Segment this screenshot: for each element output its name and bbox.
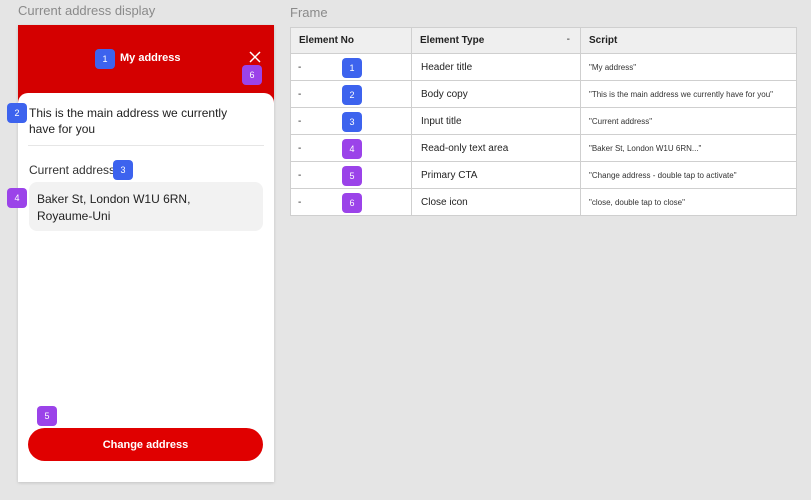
modal-header: My address: [18, 25, 274, 93]
cell-element-no: - 5: [290, 161, 412, 189]
table-row: - 2 Body copy "This is the main address …: [290, 80, 797, 108]
cell-element-type: Close icon: [411, 188, 581, 216]
cell-element-type: Input title: [411, 107, 581, 135]
cell-element-no: - 2: [290, 80, 412, 108]
table-row: - 6 Close icon "close, double tap to clo…: [290, 188, 797, 216]
cell-element-type: Body copy: [411, 80, 581, 108]
header-script: Script: [580, 27, 797, 54]
cell-script: "Baker St, London W1U 6RN...": [580, 134, 797, 162]
header-type-minus: -: [566, 34, 570, 45]
row-badge: 5: [342, 166, 362, 186]
row-dash: -: [298, 62, 302, 73]
header-element-type-label: Element Type: [420, 35, 485, 46]
cell-script: "My address": [580, 53, 797, 81]
table-row: - 5 Primary CTA "Change address - double…: [290, 161, 797, 189]
cell-element-no: - 3: [290, 107, 412, 135]
annotation-badge-2: 2: [7, 103, 27, 123]
row-badge: 4: [342, 139, 362, 159]
header-element-no: Element No: [290, 27, 412, 54]
cell-element-type: Read-only text area: [411, 134, 581, 162]
cell-script: "Change address - double tap to activate…: [580, 161, 797, 189]
table-row: - 4 Read-only text area "Baker St, Londo…: [290, 134, 797, 162]
cell-script: "Current address": [580, 107, 797, 135]
row-badge: 6: [342, 193, 362, 213]
header-title: My address: [120, 52, 181, 64]
cell-element-no: - 4: [290, 134, 412, 162]
row-badge: 2: [342, 85, 362, 105]
readonly-address-area: Baker St, London W1U 6RN, Royaume-Uni: [29, 182, 263, 231]
cell-script: "close, double tap to close": [580, 188, 797, 216]
address-value: Baker St, London W1U 6RN, Royaume-Uni: [37, 192, 191, 223]
row-dash: -: [298, 143, 302, 154]
table-header-row: Element No Element Type - Script: [290, 27, 797, 54]
element-table: Element No Element Type - Script - 1 Hea…: [290, 27, 797, 216]
input-title: Current address: [29, 163, 116, 177]
frame-label-table: Frame: [290, 5, 328, 20]
cell-element-no: - 1: [290, 53, 412, 81]
row-badge: 1: [342, 58, 362, 78]
row-dash: -: [298, 89, 302, 100]
row-dash: -: [298, 197, 302, 208]
cell-element-type: Header title: [411, 53, 581, 81]
table-row: - 1 Header title "My address": [290, 53, 797, 81]
close-icon[interactable]: [247, 49, 263, 65]
row-badge: 3: [342, 112, 362, 132]
table-row: - 3 Input title "Current address": [290, 107, 797, 135]
header-element-type: Element Type -: [411, 27, 581, 54]
divider: [28, 145, 264, 146]
cell-element-no: - 6: [290, 188, 412, 216]
annotation-badge-4: 4: [7, 188, 27, 208]
cell-element-type: Primary CTA: [411, 161, 581, 189]
cell-script: "This is the main address we currently h…: [580, 80, 797, 108]
annotation-badge-1: 1: [95, 49, 115, 69]
change-address-button[interactable]: Change address: [28, 428, 263, 461]
row-dash: -: [298, 116, 302, 127]
annotation-badge-3: 3: [113, 160, 133, 180]
body-copy: This is the main address we currently ha…: [29, 106, 228, 136]
annotation-badge-5: 5: [37, 406, 57, 426]
frame-label-current-address: Current address display: [18, 3, 156, 18]
row-dash: -: [298, 170, 302, 181]
annotation-badge-6: 6: [242, 65, 262, 85]
